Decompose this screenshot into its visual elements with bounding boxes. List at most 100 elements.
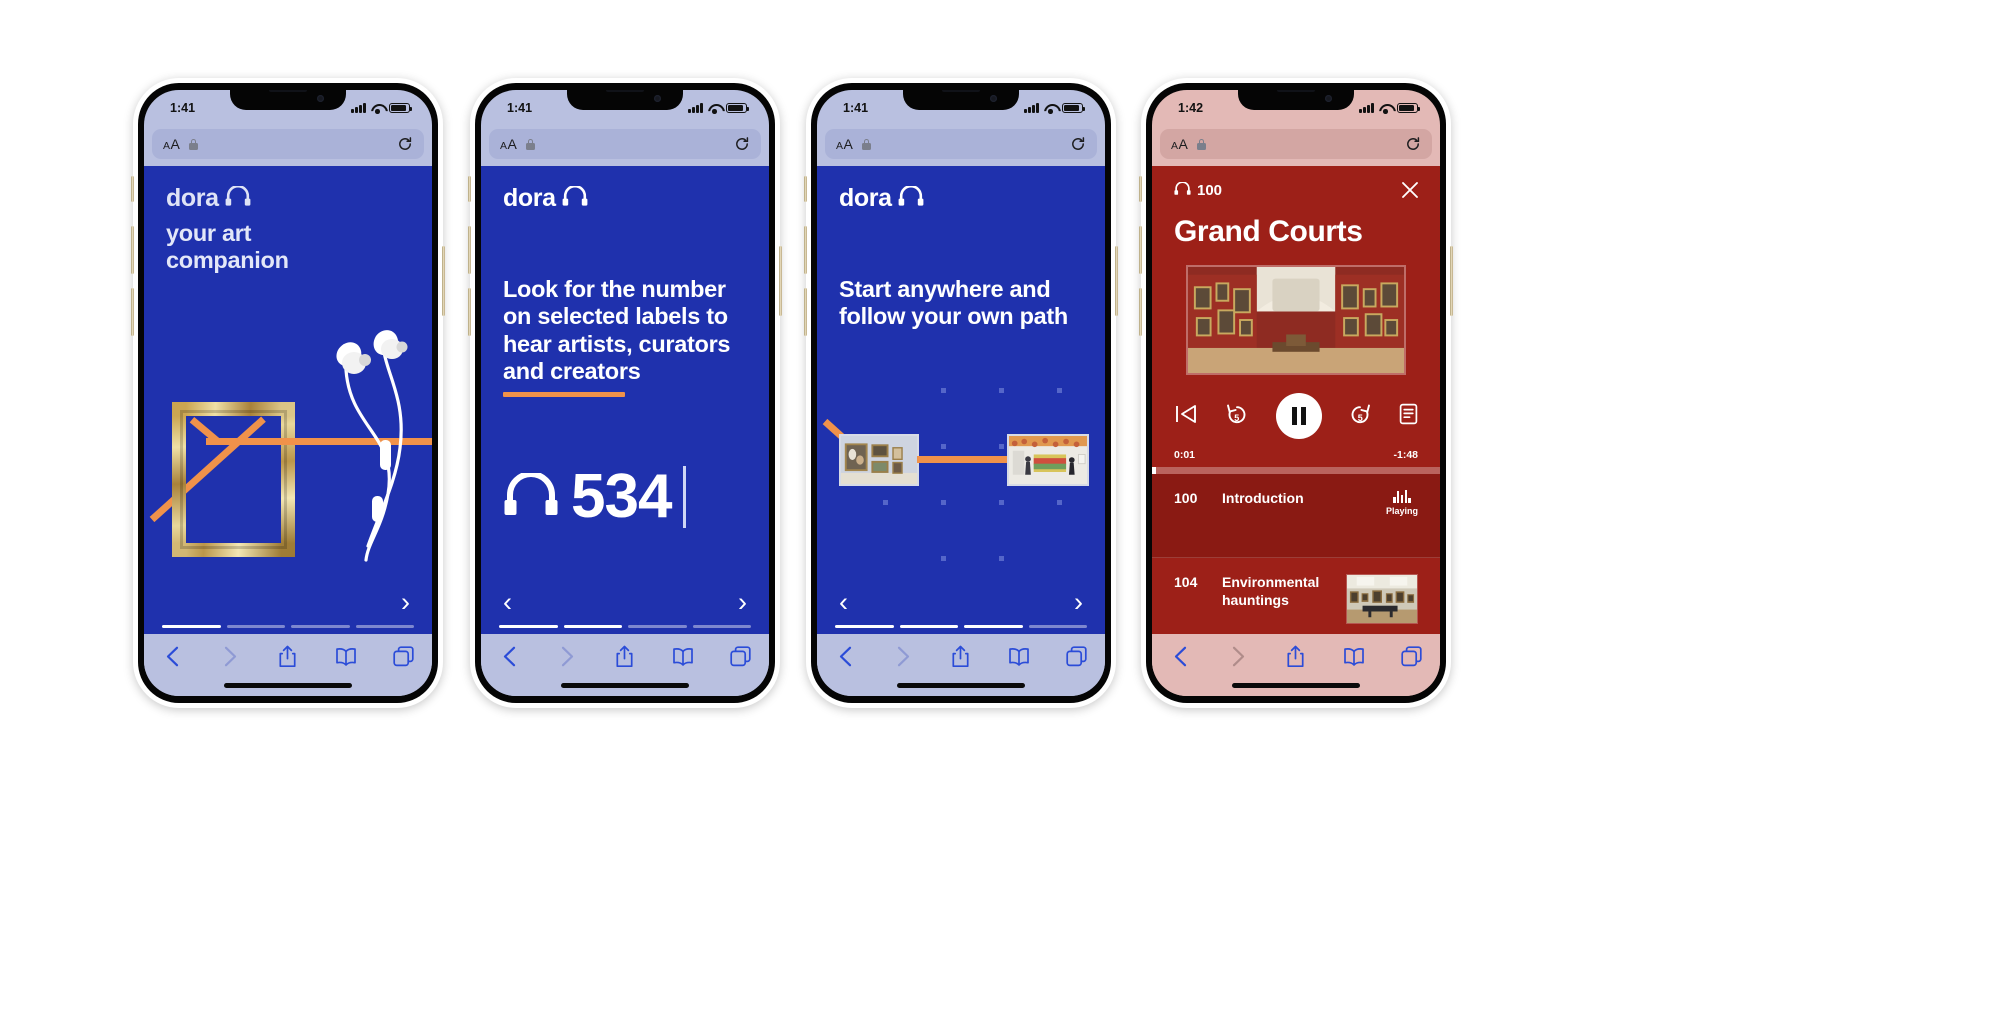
safari-url-bar[interactable]: AA <box>825 129 1097 159</box>
track-list: 100 Introduction Playing 104 Environment… <box>1152 474 1440 634</box>
rewind-seconds-label: 5 <box>1234 413 1240 424</box>
pager-controls: ‹ › <box>481 589 769 616</box>
forward-icon[interactable] <box>217 643 243 669</box>
reload-icon[interactable] <box>1070 136 1086 152</box>
safari-toolbar <box>1152 634 1440 696</box>
mute-switch[interactable] <box>131 176 134 202</box>
reload-icon[interactable] <box>1405 136 1421 152</box>
skip-previous-icon[interactable] <box>1174 403 1198 430</box>
map-dot <box>1057 500 1062 505</box>
text-cursor <box>683 466 686 528</box>
volume-down-button[interactable] <box>468 288 471 336</box>
status-time: 1:41 <box>507 101 533 115</box>
safari-toolbar <box>144 634 432 696</box>
back-icon[interactable] <box>497 643 523 669</box>
next-button[interactable]: › <box>1074 589 1083 616</box>
notch <box>230 90 346 110</box>
rewind-5-icon[interactable]: 5 <box>1225 403 1249 430</box>
volume-down-button[interactable] <box>131 288 134 336</box>
reload-icon[interactable] <box>734 136 750 152</box>
back-icon[interactable] <box>160 643 186 669</box>
share-icon[interactable] <box>1283 643 1309 669</box>
transcript-icon[interactable] <box>1399 403 1418 430</box>
forward-5-icon[interactable]: 5 <box>1348 403 1372 430</box>
battery-icon <box>726 102 749 114</box>
previous-button[interactable]: ‹ <box>839 589 848 616</box>
home-indicator[interactable] <box>561 683 689 688</box>
text-size-button[interactable]: AA <box>500 136 517 152</box>
track-number: 104 <box>1174 574 1198 590</box>
map-dot <box>883 500 888 505</box>
pause-icon[interactable] <box>1275 393 1322 439</box>
map-dot <box>1057 388 1062 393</box>
share-icon[interactable] <box>612 643 638 669</box>
mute-switch[interactable] <box>804 176 807 202</box>
map-dot <box>999 556 1004 561</box>
home-indicator[interactable] <box>1232 683 1360 688</box>
gallery-portraits-thumbnail[interactable] <box>839 434 919 486</box>
home-indicator[interactable] <box>224 683 352 688</box>
text-size-button[interactable]: AA <box>1171 136 1188 152</box>
volume-up-button[interactable] <box>131 226 134 274</box>
tabs-icon[interactable] <box>1063 643 1089 669</box>
map-dot <box>941 556 946 561</box>
text-size-button[interactable]: AA <box>836 136 853 152</box>
wifi-icon <box>708 103 721 114</box>
gallery-colorfield-thumbnail[interactable] <box>1007 434 1089 486</box>
text-size-button[interactable]: AA <box>163 136 180 152</box>
volume-up-button[interactable] <box>468 226 471 274</box>
power-button[interactable] <box>442 246 445 316</box>
safari-url-bar[interactable]: AA <box>1160 129 1432 159</box>
next-button[interactable]: › <box>738 589 747 616</box>
map-dot <box>941 500 946 505</box>
cellular-signal-icon <box>351 103 366 113</box>
safari-url-bar[interactable]: AA <box>489 129 761 159</box>
forward-icon[interactable] <box>890 643 916 669</box>
share-icon[interactable] <box>275 643 301 669</box>
bookmarks-icon[interactable] <box>333 643 359 669</box>
onboarding-page-3: dora Start anywhere and follow your own … <box>817 166 1105 634</box>
table-row[interactable]: 104 Environmental hauntings <box>1152 558 1440 634</box>
forward-icon[interactable] <box>554 643 580 669</box>
table-row[interactable]: 100 Introduction Playing <box>1152 474 1440 558</box>
back-icon[interactable] <box>833 643 859 669</box>
audio-number-display: 534 <box>503 466 686 528</box>
onboarding-page-1: dora your art companion › <box>144 166 432 634</box>
volume-up-button[interactable] <box>1139 226 1142 274</box>
page-title: your art companion <box>166 220 289 274</box>
back-icon[interactable] <box>1168 643 1194 669</box>
mute-switch[interactable] <box>1139 176 1142 202</box>
player-times: 0:01 -1:48 <box>1152 439 1440 461</box>
gallery-map <box>817 166 1105 634</box>
bookmarks-icon[interactable] <box>1341 643 1367 669</box>
bookmarks-icon[interactable] <box>670 643 696 669</box>
track-name: Introduction <box>1222 490 1304 506</box>
bookmarks-icon[interactable] <box>1006 643 1032 669</box>
power-button[interactable] <box>779 246 782 316</box>
playback-progress-bar[interactable] <box>1152 467 1440 474</box>
tabs-icon[interactable] <box>727 643 753 669</box>
volume-up-button[interactable] <box>804 226 807 274</box>
previous-button[interactable]: ‹ <box>503 589 512 616</box>
reload-icon[interactable] <box>397 136 413 152</box>
power-button[interactable] <box>1115 246 1118 316</box>
phone-onboarding-1: 1:41 AA dora your art companion › <box>131 78 445 708</box>
tabs-icon[interactable] <box>390 643 416 669</box>
forward-icon[interactable] <box>1225 643 1251 669</box>
share-icon[interactable] <box>948 643 974 669</box>
brand-logo: dora <box>503 184 588 213</box>
safari-url-bar[interactable]: AA <box>152 129 424 159</box>
headphones-icon <box>225 184 251 213</box>
phone-onboarding-2: 1:41 AA dora Look for the number on sele… <box>468 78 782 708</box>
power-button[interactable] <box>1450 246 1453 316</box>
volume-down-button[interactable] <box>804 288 807 336</box>
volume-down-button[interactable] <box>1139 288 1142 336</box>
audio-player-page: 100 Grand Courts 5 5 0:01 -1:48 100 Intr… <box>1152 166 1440 634</box>
home-indicator[interactable] <box>897 683 1025 688</box>
close-icon[interactable] <box>1400 180 1420 200</box>
tabs-icon[interactable] <box>1398 643 1424 669</box>
cellular-signal-icon <box>1359 103 1374 113</box>
map-dot <box>941 388 946 393</box>
next-button[interactable]: › <box>401 589 410 616</box>
mute-switch[interactable] <box>468 176 471 202</box>
